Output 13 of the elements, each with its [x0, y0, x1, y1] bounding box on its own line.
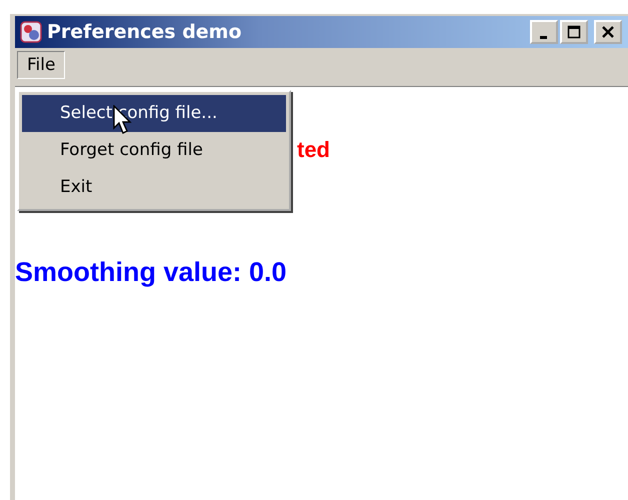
menu-bar-item[interactable]: File: [17, 51, 66, 79]
app-icon: [19, 20, 43, 44]
maximize-icon: [566, 24, 582, 40]
status-text: ted: [297, 137, 331, 163]
menu-item[interactable]: Exit: [22, 169, 286, 206]
window-title: Preferences demo: [47, 21, 243, 43]
minimize-icon: [540, 36, 546, 38]
close-button[interactable]: [594, 20, 622, 44]
menu-item[interactable]: Forget config file: [22, 132, 286, 169]
minimize-button[interactable]: [530, 20, 558, 44]
close-icon: [600, 24, 616, 40]
smoothing-label: Smoothing value: 0.0: [15, 257, 288, 288]
maximize-button[interactable]: [560, 20, 588, 44]
